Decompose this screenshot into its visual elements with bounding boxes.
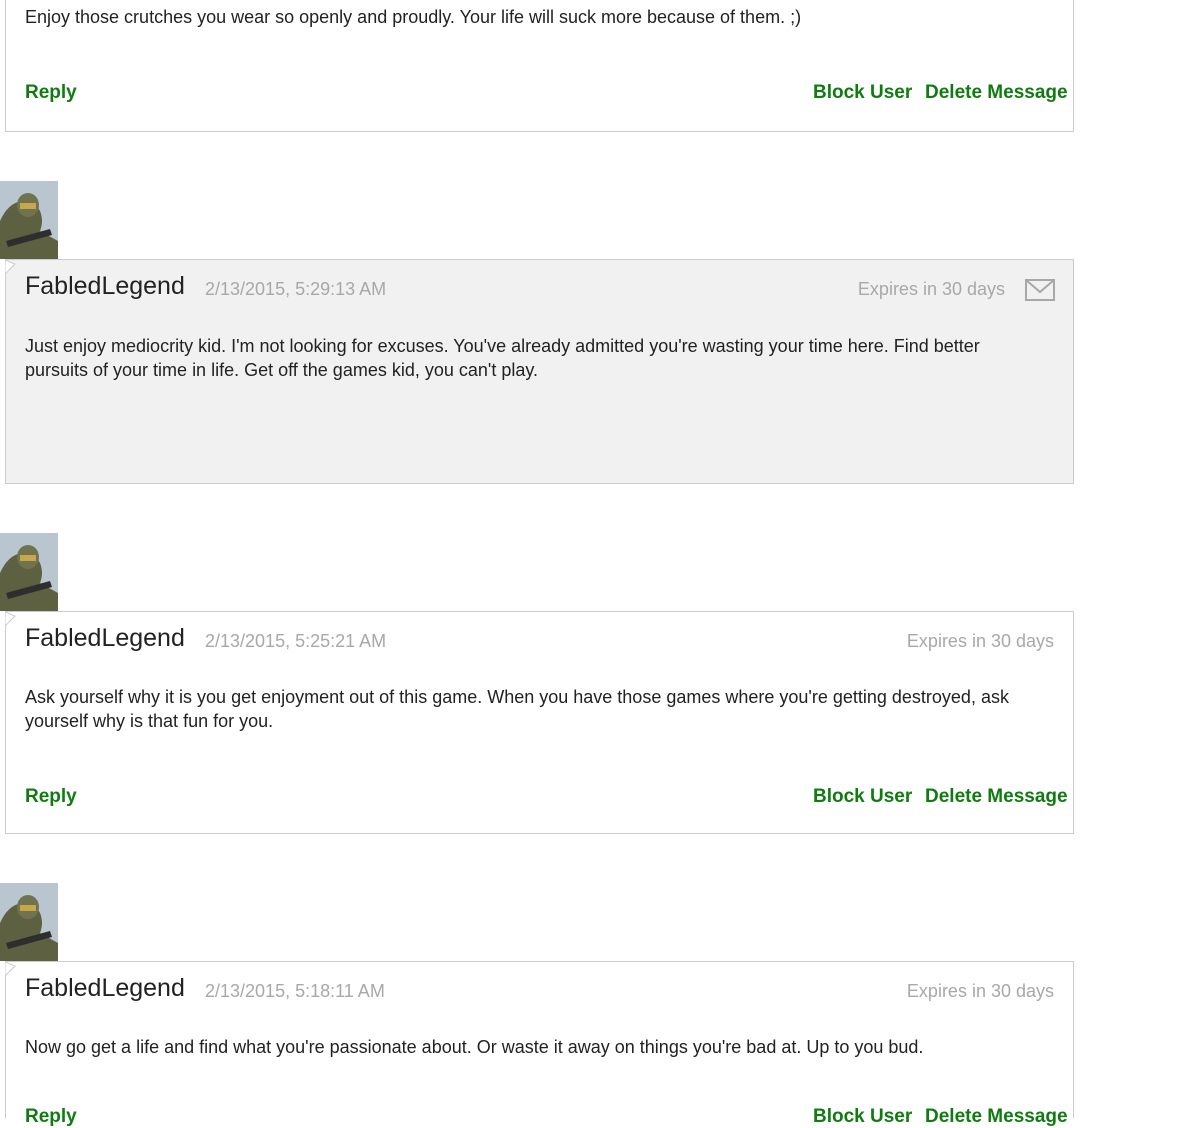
reply-button[interactable]: Reply bbox=[25, 1106, 77, 1128]
message-body: Now go get a life and find what you're p… bbox=[25, 1037, 924, 1057]
message-timestamp: 2/13/2015, 5:29:13 AM bbox=[205, 279, 387, 299]
delete-message-button[interactable]: Delete Message bbox=[925, 82, 1068, 104]
expiry-label: Expires in 30 days bbox=[906, 981, 1054, 1001]
block-user-button[interactable]: Block User bbox=[813, 82, 912, 104]
message-timestamp: 2/13/2015, 5:18:11 AM bbox=[205, 981, 385, 1001]
reply-button[interactable]: Reply bbox=[25, 82, 77, 104]
block-user-button[interactable]: Block User bbox=[813, 1106, 912, 1128]
speech-pointer bbox=[5, 260, 16, 274]
message-body: Just enjoy mediocrity kid. I'm not looki… bbox=[25, 336, 980, 380]
message-card: FabledLegend 2/13/2015, 5:29:13 AM Expir… bbox=[5, 259, 1074, 484]
speech-pointer bbox=[5, 962, 16, 976]
mail-icon[interactable] bbox=[1025, 279, 1055, 301]
expiry-label: Expires in 30 days bbox=[906, 631, 1054, 651]
sender-name[interactable]: FabledLegend bbox=[25, 974, 185, 1003]
sender-name[interactable]: FabledLegend bbox=[25, 272, 185, 301]
message-card: FabledLegend 2/13/2015, 5:18:11 AM Expir… bbox=[5, 961, 1074, 1127]
avatar[interactable] bbox=[0, 883, 58, 961]
sender-name[interactable]: FabledLegend bbox=[25, 624, 185, 653]
reply-button[interactable]: Reply bbox=[25, 786, 77, 808]
message-card: Enjoy those crutches you wear so openly … bbox=[5, 0, 1074, 132]
avatar[interactable] bbox=[0, 181, 58, 259]
message-body: Ask yourself why it is you get enjoyment… bbox=[25, 687, 1009, 731]
speech-pointer bbox=[5, 612, 16, 626]
delete-message-button[interactable]: Delete Message bbox=[925, 1106, 1068, 1128]
block-user-button[interactable]: Block User bbox=[813, 786, 912, 808]
expiry-label: Expires in 30 days bbox=[857, 279, 1005, 299]
message-body: Enjoy those crutches you wear so openly … bbox=[25, 7, 802, 27]
avatar[interactable] bbox=[0, 533, 58, 611]
message-card: FabledLegend 2/13/2015, 5:25:21 AM Expir… bbox=[5, 611, 1074, 834]
delete-message-button[interactable]: Delete Message bbox=[925, 786, 1068, 808]
message-timestamp: 2/13/2015, 5:25:21 AM bbox=[205, 631, 387, 651]
